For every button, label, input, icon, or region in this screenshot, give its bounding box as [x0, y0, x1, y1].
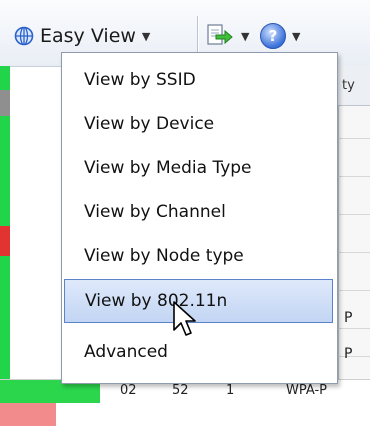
easy-view-dropdown-menu: View by SSID View by Device View by Medi… — [61, 52, 338, 384]
menu-item-view-by-ssid[interactable]: View by SSID — [64, 61, 333, 99]
row-divider — [338, 328, 370, 329]
status-cell-gray — [0, 90, 10, 116]
menu-item-view-by-channel[interactable]: View by Channel — [64, 193, 333, 231]
row-divider — [338, 356, 370, 357]
export-button[interactable]: ▼ — [205, 20, 249, 52]
table-column — [338, 66, 370, 402]
easy-view-label: Easy View — [40, 25, 136, 47]
mouse-cursor-icon — [173, 301, 196, 336]
globe-icon — [14, 26, 34, 46]
chevron-down-icon: ▼ — [292, 29, 301, 43]
chevron-down-icon: ▼ — [141, 29, 151, 43]
status-cell-red — [0, 226, 10, 256]
chevron-down-icon: ▼ — [241, 29, 250, 43]
row-divider — [338, 176, 370, 177]
table-cell: 02 — [120, 383, 137, 398]
menu-item-view-by-802-11n[interactable]: View by 802.11n — [64, 279, 333, 323]
status-strip — [0, 66, 10, 402]
toolbar-separator — [197, 16, 198, 52]
table-cell: 1 — [226, 383, 235, 398]
table-cell: 52 — [172, 383, 189, 398]
row-divider — [338, 252, 370, 253]
row-divider — [338, 138, 370, 139]
table-cell: P — [344, 346, 353, 362]
column-header: ty — [338, 66, 370, 106]
help-button[interactable]: ? ▼ — [260, 20, 300, 52]
menu-item-view-by-device[interactable]: View by Device — [64, 105, 333, 143]
export-icon — [207, 24, 233, 45]
table-cell: WPA-P — [286, 383, 327, 398]
row-divider — [338, 290, 370, 291]
table-cell: P — [344, 310, 353, 326]
row-divider — [338, 214, 370, 215]
menu-item-view-by-node-type[interactable]: View by Node type — [64, 237, 333, 275]
menu-item-view-by-media-type[interactable]: View by Media Type — [64, 149, 333, 187]
help-icon: ? — [260, 23, 286, 49]
signal-cell — [0, 403, 56, 426]
menu-item-advanced[interactable]: Advanced — [64, 333, 333, 371]
easy-view-button[interactable]: Easy View ▼ — [14, 20, 150, 52]
